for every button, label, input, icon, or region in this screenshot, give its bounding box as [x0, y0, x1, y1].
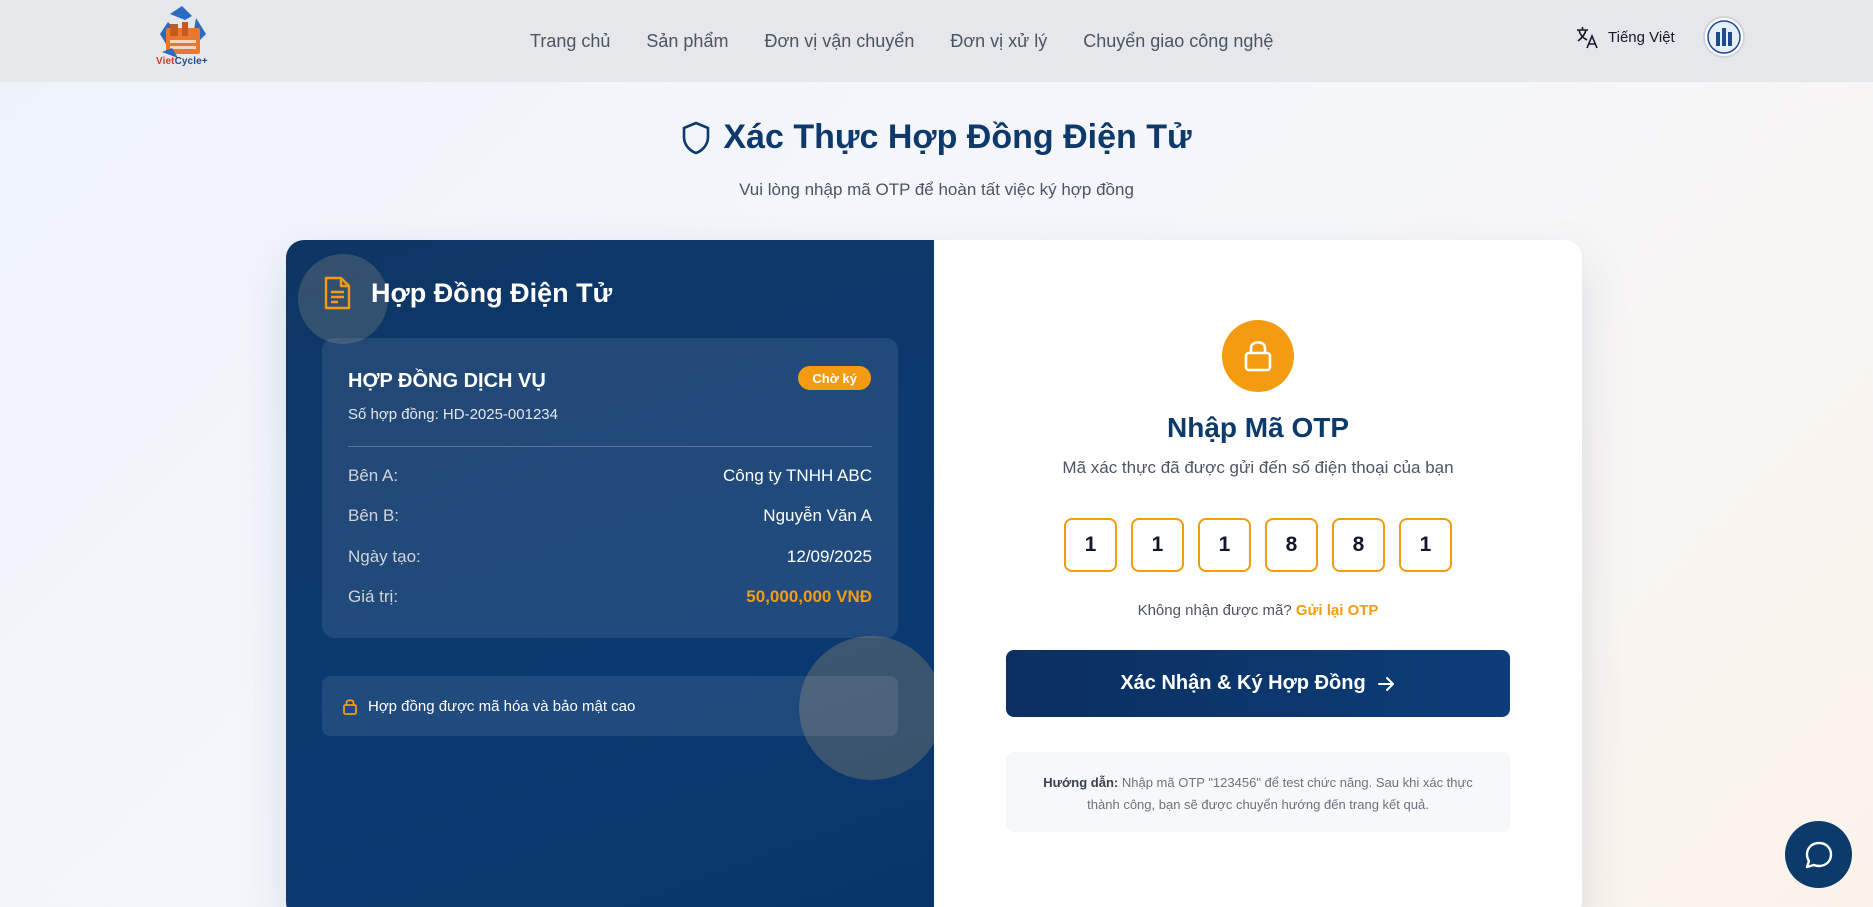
- page-title: Xác Thực Hợp Đồng Điện Tử: [0, 118, 1873, 157]
- contract-panel: Hợp Đồng Điện Tử HỢP ĐỒNG DỊCH VỤ Chờ ký…: [286, 240, 934, 907]
- language-switcher[interactable]: Tiếng Việt: [1574, 24, 1675, 50]
- detail-row-party-b: Bên B: Nguyễn Văn A: [348, 506, 872, 526]
- contract-number: Số hợp đồng: HD-2025-001234: [348, 406, 558, 423]
- detail-row-created-date: Ngày tạo: 12/09/2025: [348, 547, 872, 567]
- otp-digit-2[interactable]: [1131, 518, 1184, 572]
- brand-name-prefix: Viet: [156, 56, 175, 67]
- otp-input-group: [934, 518, 1582, 572]
- resend-row: Không nhận được mã? Gửi lại OTP: [934, 602, 1582, 619]
- otp-digit-1[interactable]: [1064, 518, 1117, 572]
- security-note: Hợp đồng được mã hóa và bảo mật cao: [322, 676, 898, 736]
- nav-item-home[interactable]: Trang chủ: [530, 31, 610, 52]
- main-nav: Trang chủ Sản phẩm Đơn vị vận chuyển Đơn…: [530, 0, 1273, 82]
- otp-digit-6[interactable]: [1399, 518, 1452, 572]
- contract-section-title: Hợp Đồng Điện Tử: [371, 278, 613, 308]
- document-icon: [324, 276, 351, 310]
- otp-title: Nhập Mã OTP: [1166, 412, 1349, 443]
- detail-row-value: Giá trị: 50,000,000 VNĐ: [348, 587, 872, 607]
- security-note-text: Hợp đồng được mã hóa và bảo mật cao: [368, 697, 636, 715]
- guide-label: Hướng dẫn:: [1043, 775, 1119, 790]
- confirm-sign-button[interactable]: Xác Nhận & Ký Hợp Đồng: [1006, 650, 1510, 717]
- detail-value: Nguyễn Văn A: [763, 506, 872, 525]
- contract-verification-card: Hợp Đồng Điện Tử HỢP ĐỒNG DỊCH VỤ Chờ ký…: [286, 240, 1582, 907]
- contract-value-amount: 50,000,000 VNĐ: [746, 587, 872, 606]
- nav-item-products[interactable]: Sản phẩm: [646, 31, 728, 52]
- user-avatar[interactable]: [1703, 16, 1745, 58]
- chat-bubble-icon: [1805, 841, 1832, 868]
- otp-digit-4[interactable]: [1265, 518, 1318, 572]
- guide-text: Nhập mã OTP "123456" để test chức năng. …: [1087, 775, 1473, 812]
- brand-name-suffix: Cycle+: [174, 56, 208, 67]
- page-subtitle: Vui lòng nhập mã OTP để hoàn tất việc ký…: [739, 180, 1134, 199]
- lock-badge: [1222, 320, 1294, 392]
- guide-box: Hướng dẫn: Nhập mã OTP "123456" để test …: [1006, 752, 1510, 832]
- status-badge: Chờ ký: [798, 366, 871, 390]
- otp-digit-5[interactable]: [1332, 518, 1385, 572]
- detail-label: Giá trị:: [348, 587, 399, 606]
- nav-item-tech-transfer[interactable]: Chuyển giao công nghệ: [1083, 31, 1273, 52]
- resend-prompt: Không nhận được mã?: [1137, 602, 1292, 619]
- contract-details: HỢP ĐỒNG DỊCH VỤ Chờ ký Số hợp đồng: HD-…: [322, 338, 898, 638]
- translate-icon: [1577, 27, 1598, 49]
- lock-icon: [343, 699, 357, 715]
- detail-row-party-a: Bên A: Công ty TNHH ABC: [348, 466, 872, 486]
- detail-value: Công ty TNHH ABC: [723, 466, 872, 485]
- otp-subtitle: Mã xác thực đã được gửi đến số điện thoạ…: [1062, 458, 1454, 477]
- confirm-sign-label: Xác Nhận & Ký Hợp Đồng: [1120, 672, 1366, 694]
- lock-icon: [1244, 341, 1272, 372]
- otp-panel: Nhập Mã OTP Mã xác thực đã được gửi đến …: [934, 240, 1582, 907]
- chat-button[interactable]: [1785, 821, 1852, 888]
- otp-digit-3[interactable]: [1198, 518, 1251, 572]
- nav-item-shipping[interactable]: Đơn vị vận chuyển: [764, 31, 914, 52]
- shield-icon: [683, 121, 710, 154]
- detail-label: Bên A:: [348, 466, 399, 485]
- top-navbar: VietCycle+ Trang chủ Sản phẩm Đơn vị vận…: [0, 0, 1873, 82]
- page-title-text: Xác Thực Hợp Đồng Điện Tử: [723, 118, 1192, 156]
- detail-label: Ngày tạo:: [348, 547, 421, 566]
- detail-label: Bên B:: [348, 506, 400, 525]
- detail-value: 12/09/2025: [786, 547, 872, 566]
- language-label: Tiếng Việt: [1608, 28, 1675, 46]
- arrow-right-icon: [1377, 676, 1394, 691]
- contract-type: HỢP ĐỒNG DỊCH VỤ: [348, 370, 546, 392]
- divider: [348, 446, 872, 447]
- nav-item-processing[interactable]: Đơn vị xử lý: [950, 31, 1047, 52]
- brand-name: VietCycle+: [156, 56, 208, 67]
- resend-otp-link[interactable]: Gửi lại OTP: [1296, 602, 1379, 619]
